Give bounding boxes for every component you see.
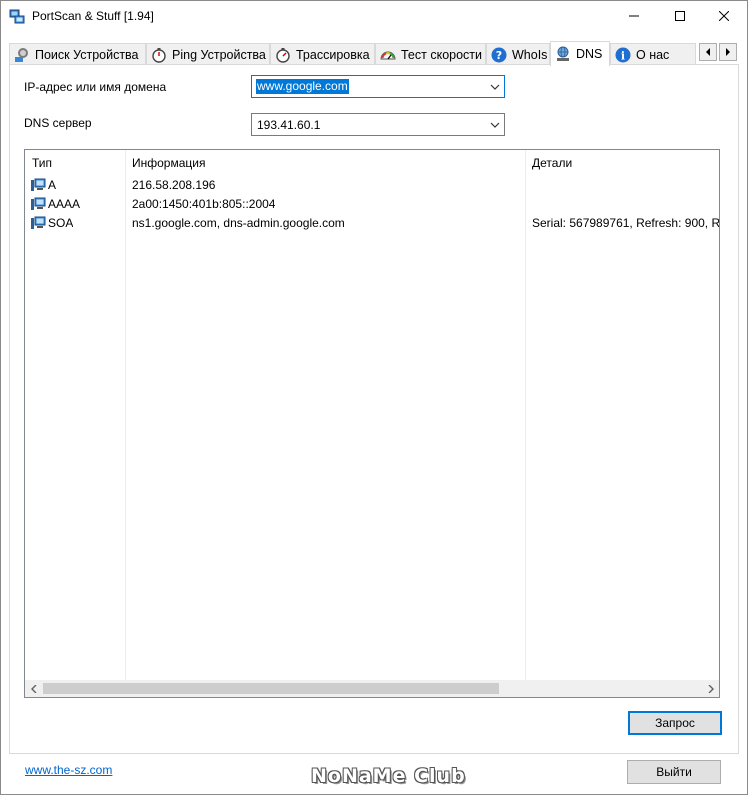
table-row[interactable]: A 216.58.208.196	[25, 176, 719, 195]
host-combobox[interactable]: www.google.com	[251, 75, 505, 98]
tab-device-search[interactable]: Поиск Устройства	[9, 43, 146, 65]
tab-label: О нас	[636, 47, 670, 62]
maximize-icon	[675, 11, 685, 21]
chevron-down-icon[interactable]	[490, 82, 500, 92]
tab-speed-test[interactable]: Тест скорости	[375, 43, 486, 65]
close-icon	[719, 11, 729, 21]
cell-info: 216.58.208.196	[132, 178, 216, 192]
cell-info: 2a00:1450:401b:805::2004	[132, 197, 276, 211]
host-label: IP-адрес или имя домена	[24, 80, 167, 94]
tab-label: DNS	[576, 47, 603, 61]
chevron-right-icon	[726, 48, 730, 56]
column-header-type[interactable]: Тип	[32, 156, 52, 170]
host-input-value[interactable]: www.google.com	[256, 79, 349, 94]
tab-dns[interactable]: DNS	[550, 41, 610, 66]
tab-label: Трассировка	[296, 47, 370, 62]
info-icon: i	[615, 47, 631, 62]
window-title: PortScan & Stuff [1.94]	[32, 9, 154, 23]
tab-strip: Поиск Устройства Ping Устройства Трассир…	[9, 41, 739, 66]
exit-button[interactable]: Выйти	[627, 760, 721, 784]
title-bar[interactable]: PortScan & Stuff [1.94]	[1, 1, 747, 31]
close-button[interactable]	[701, 1, 747, 31]
cell-type: A	[48, 178, 57, 192]
network-computer-icon	[31, 216, 46, 229]
chevron-left-icon	[30, 684, 36, 693]
network-computer-icon	[31, 178, 46, 191]
svg-text:i: i	[621, 49, 625, 62]
cell-info: ns1.google.com, dns-admin.google.com	[132, 216, 345, 230]
dns-globe-icon	[557, 46, 569, 61]
network-search-icon	[15, 47, 28, 62]
dns-results-list[interactable]: Тип Информация Детали A 216.58.208.196 A…	[24, 149, 720, 698]
scroll-right-button[interactable]	[702, 680, 719, 697]
dns-server-value[interactable]: 193.41.60.1	[257, 118, 320, 132]
tab-label: Тест скорости	[401, 47, 483, 62]
stopwatch-icon	[152, 47, 166, 63]
tab-ping[interactable]: Ping Устройства	[146, 43, 270, 65]
website-link[interactable]: www.the-sz.com	[25, 763, 112, 777]
query-button[interactable]: Запрос	[628, 711, 722, 735]
tab-label: WhoIs	[512, 47, 548, 62]
app-icon	[9, 9, 25, 24]
minimize-button[interactable]	[611, 1, 657, 31]
stopwatch-icon	[276, 47, 290, 63]
column-header-info[interactable]: Информация	[132, 156, 205, 170]
chevron-right-icon	[708, 684, 714, 693]
app-window: PortScan & Stuff [1.94] Поиск Устройства…	[0, 0, 748, 795]
tab-about[interactable]: i О нас	[610, 43, 696, 65]
dns-server-combobox[interactable]: 193.41.60.1	[251, 113, 505, 136]
cell-type: SOA	[48, 216, 74, 230]
tab-traceroute[interactable]: Трассировка	[270, 43, 375, 65]
table-row[interactable]: SOA ns1.google.com, dns-admin.google.com…	[25, 214, 719, 233]
tab-scroll-right-button[interactable]	[719, 43, 737, 61]
column-header-details[interactable]: Детали	[532, 156, 572, 170]
chevron-left-icon	[706, 48, 710, 56]
scrollbar-thumb[interactable]	[43, 683, 499, 694]
cell-type: AAAA	[48, 197, 81, 211]
tab-label: Поиск Устройства	[35, 47, 139, 62]
dns-server-label: DNS сервер	[24, 116, 92, 130]
tab-label: Ping Устройства	[172, 47, 266, 62]
cell-details: Serial: 567989761, Refresh: 900, Retry	[532, 216, 719, 230]
scroll-left-button[interactable]	[25, 680, 42, 697]
horizontal-scrollbar[interactable]	[25, 680, 719, 697]
speedometer-icon	[380, 51, 396, 59]
svg-text:?: ?	[496, 49, 502, 62]
chevron-down-icon[interactable]	[490, 120, 500, 130]
minimize-icon	[629, 15, 639, 17]
question-icon: ?	[491, 47, 507, 62]
network-computer-icon	[31, 197, 46, 210]
tab-scroll-left-button[interactable]	[699, 43, 717, 61]
maximize-button[interactable]	[657, 1, 703, 31]
watermark: NoNaMe Club	[311, 765, 466, 787]
tab-whois[interactable]: ? WhoIs	[486, 43, 550, 65]
table-row[interactable]: AAAA 2a00:1450:401b:805::2004	[25, 195, 719, 214]
